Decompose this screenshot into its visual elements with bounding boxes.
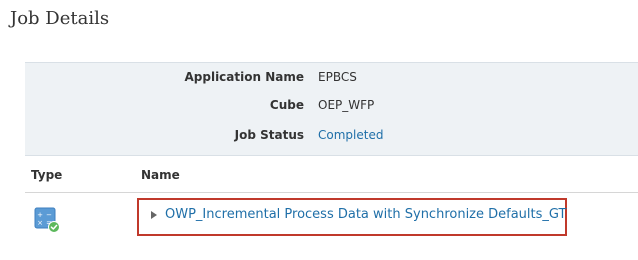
column-header-type: Type — [31, 168, 63, 182]
calculation-success-icon: + − × = — [34, 207, 60, 233]
page-title: Job Details — [10, 8, 110, 29]
header-divider — [25, 192, 638, 193]
svg-text:+: + — [37, 211, 43, 219]
column-header-name: Name — [141, 168, 180, 182]
cube-label: Cube — [269, 98, 304, 112]
expand-arrow-icon[interactable] — [151, 211, 157, 219]
svg-text:×: × — [37, 219, 43, 227]
svg-text:−: − — [46, 211, 52, 219]
job-details-panel: Application Name EPBCS Cube OEP_WFP Job … — [25, 62, 638, 156]
job-status-label: Job Status — [234, 128, 304, 142]
cube-value: OEP_WFP — [318, 98, 375, 112]
job-status-link[interactable]: Completed — [318, 128, 383, 142]
application-name-value: EPBCS — [318, 70, 357, 84]
application-name-label: Application Name — [184, 70, 304, 84]
job-name-link[interactable]: OWP_Incremental Process Data with Synchr… — [165, 207, 566, 222]
